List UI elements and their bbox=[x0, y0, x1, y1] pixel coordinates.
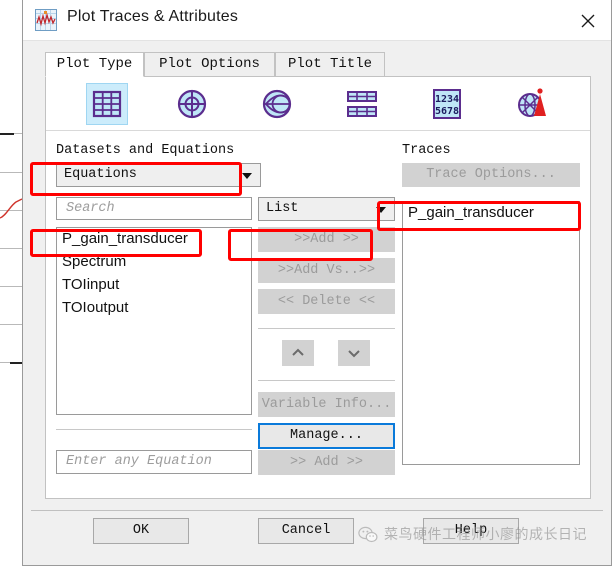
add-button[interactable]: >>Add >> bbox=[258, 227, 395, 252]
list-mode-value: List bbox=[266, 201, 299, 216]
chevron-down-icon bbox=[242, 173, 252, 179]
traces-list[interactable]: P_gain_transducer bbox=[402, 201, 580, 465]
plot-type-toolbar: 1234 5678 bbox=[46, 77, 590, 131]
trace-options-button[interactable]: Trace Options... bbox=[402, 163, 580, 187]
radiation-pattern-antenna-icon[interactable] bbox=[511, 83, 553, 125]
window-title: Plot Traces & Attributes bbox=[67, 8, 239, 25]
svg-text:1234: 1234 bbox=[435, 94, 459, 105]
rectangular-grid-plot-icon[interactable] bbox=[86, 83, 128, 125]
background-plot-window bbox=[0, 0, 22, 566]
equation-add-button[interactable]: >> Add >> bbox=[258, 450, 395, 475]
manage-button[interactable]: Manage... bbox=[258, 423, 395, 449]
dataset-list[interactable]: P_gain_transducer Spectrum TOIinput TOIo… bbox=[56, 227, 252, 415]
tab-strip-filler bbox=[385, 52, 591, 77]
search-placeholder: Search bbox=[66, 201, 115, 216]
tab-plot-options[interactable]: Plot Options bbox=[144, 52, 275, 77]
plot-waveform-icon bbox=[35, 9, 57, 31]
data-table-plot-icon[interactable] bbox=[341, 83, 383, 125]
list-item[interactable]: P_gain_transducer bbox=[62, 230, 188, 247]
plot-curve bbox=[0, 198, 22, 219]
tab-plot-title[interactable]: Plot Title bbox=[275, 52, 385, 77]
add-vs-button[interactable]: >>Add Vs..>> bbox=[258, 258, 395, 283]
plot-type-panel: 1234 5678 Datasets and Equations Equatio… bbox=[45, 76, 591, 499]
divider bbox=[258, 380, 395, 381]
equation-placeholder: Enter any Equation bbox=[66, 454, 212, 469]
move-down-button[interactable] bbox=[338, 340, 370, 366]
search-input[interactable]: Search bbox=[56, 197, 252, 220]
numeric-table-icon[interactable]: 1234 5678 bbox=[426, 83, 468, 125]
divider bbox=[258, 328, 395, 329]
variable-info-button[interactable]: Variable Info... bbox=[258, 392, 395, 417]
list-mode-combo[interactable]: List bbox=[258, 197, 395, 221]
list-item[interactable]: TOIinput bbox=[62, 276, 119, 293]
polar-plot-icon[interactable] bbox=[171, 83, 213, 125]
svg-text:5678: 5678 bbox=[435, 106, 459, 117]
help-button[interactable]: Help bbox=[423, 518, 519, 544]
dataset-combo[interactable]: Equations bbox=[56, 163, 261, 187]
list-item[interactable]: TOIoutput bbox=[62, 299, 128, 316]
equation-input[interactable]: Enter any Equation bbox=[56, 450, 252, 474]
datasets-section-label: Datasets and Equations bbox=[56, 143, 235, 158]
close-icon[interactable] bbox=[565, 0, 611, 40]
ok-button[interactable]: OK bbox=[93, 518, 189, 544]
cancel-button[interactable]: Cancel bbox=[258, 518, 354, 544]
trace-list-item[interactable]: P_gain_transducer bbox=[408, 204, 534, 221]
smith-chart-icon[interactable] bbox=[256, 83, 298, 125]
divider bbox=[56, 429, 252, 430]
chevron-down-icon bbox=[376, 207, 386, 213]
delete-button[interactable]: << Delete << bbox=[258, 289, 395, 314]
move-up-button[interactable] bbox=[282, 340, 314, 366]
list-item[interactable]: Spectrum bbox=[62, 253, 126, 270]
plot-traces-dialog: Plot Traces & Attributes Plot Type Plot … bbox=[22, 0, 612, 566]
footer-divider bbox=[31, 510, 603, 511]
traces-section-label: Traces bbox=[402, 143, 451, 158]
dataset-combo-value: Equations bbox=[64, 167, 137, 182]
tab-bar: Plot Type Plot Options Plot Title bbox=[45, 52, 591, 77]
title-bar: Plot Traces & Attributes bbox=[23, 0, 611, 41]
tab-plot-type[interactable]: Plot Type bbox=[45, 52, 144, 77]
